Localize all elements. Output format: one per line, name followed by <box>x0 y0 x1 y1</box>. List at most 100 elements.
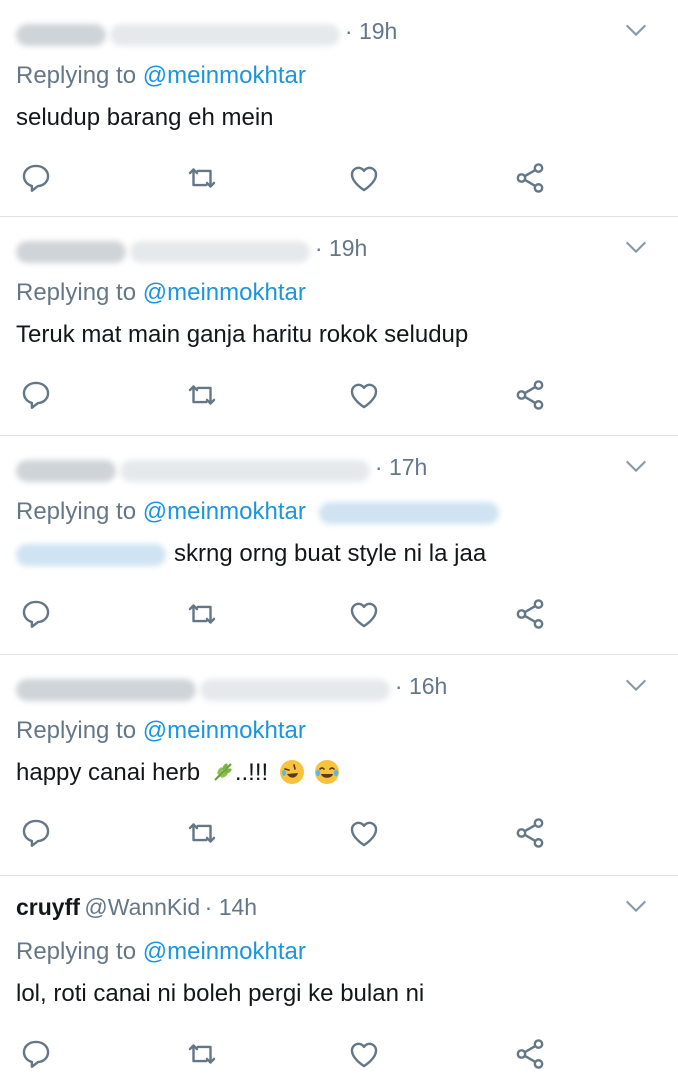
tears-of-joy-emoji-icon <box>314 760 339 784</box>
heart-icon <box>350 1042 378 1068</box>
chevron-down-icon[interactable] <box>622 16 650 44</box>
tweet[interactable]: · 19h Replying to @meinmokhtar seludup b… <box>0 0 678 216</box>
retweet-icon <box>188 823 216 843</box>
tweet-actions <box>0 158 678 198</box>
retweet-button[interactable] <box>182 594 222 634</box>
reply-button[interactable] <box>16 158 56 198</box>
replying-label: Replying to <box>16 62 137 89</box>
chevron-down-icon[interactable] <box>622 452 650 480</box>
retweet-button[interactable] <box>182 1034 222 1074</box>
reply-icon <box>22 600 50 628</box>
rolling-laughing-emoji-icon <box>279 760 304 784</box>
reply-icon <box>22 164 50 192</box>
author-handle-redacted[interactable] <box>120 459 371 482</box>
tweet-header: · 19h <box>16 235 616 269</box>
tweet[interactable]: cruyff @WannKid · 14h Replying to @meinm… <box>0 876 678 1080</box>
replying-label: Replying to <box>16 717 137 744</box>
author-handle-redacted[interactable] <box>130 240 311 263</box>
author-name-redacted[interactable] <box>16 23 106 46</box>
replying-to-line: Replying to @meinmokhtar <box>16 938 306 966</box>
heart-icon <box>350 821 378 847</box>
retweet-icon <box>188 604 216 624</box>
share-icon <box>516 818 544 848</box>
replying-to-mention[interactable]: @meinmokhtar <box>143 938 306 965</box>
replying-to-line: Replying to @meinmokhtar <box>16 279 306 307</box>
tweet-timestamp[interactable]: · 14h <box>205 894 257 920</box>
author-name-redacted[interactable] <box>16 459 116 482</box>
tweet-text: lol, roti canai ni boleh pergi ke bulan … <box>16 980 425 1007</box>
tweet-text-line: skrng orng buat style ni la jaa <box>16 540 486 568</box>
like-button[interactable] <box>344 594 384 634</box>
tweet-timestamp[interactable]: · 16h <box>395 673 447 699</box>
like-button[interactable] <box>344 375 384 415</box>
heart-icon <box>350 602 378 628</box>
share-button[interactable] <box>510 375 550 415</box>
tweet-actions <box>0 1034 678 1074</box>
additional-mentions-redacted[interactable] <box>318 501 499 524</box>
tweet-timestamp[interactable]: · 17h <box>375 454 427 480</box>
author-name[interactable]: cruyff <box>16 894 80 920</box>
replying-to-mention[interactable]: @meinmokhtar <box>143 62 306 89</box>
replying-label: Replying to <box>16 279 137 306</box>
replying-to-line: Replying to @meinmokhtar <box>16 62 306 90</box>
tweet-text: skrng orng buat style ni la jaa <box>174 540 487 567</box>
author-handle-redacted[interactable] <box>200 678 391 701</box>
tweet-timestamp[interactable]: · 19h <box>315 235 367 261</box>
tweet-text-line: happy canai herb ..!!! <box>16 759 340 787</box>
tweet-header: · 16h <box>16 673 616 707</box>
tweet-text: happy canai herb <box>16 759 201 786</box>
share-icon <box>516 1039 544 1069</box>
share-button[interactable] <box>510 1034 550 1074</box>
share-icon <box>516 380 544 410</box>
retweet-button[interactable] <box>182 158 222 198</box>
tweet-actions <box>0 375 678 415</box>
reply-icon <box>22 381 50 409</box>
like-button[interactable] <box>344 1034 384 1074</box>
tweet-header: · 19h <box>16 18 616 52</box>
replying-label: Replying to <box>16 498 137 525</box>
tweet-actions <box>0 594 678 634</box>
replying-to-mention[interactable]: @meinmokhtar <box>143 498 306 525</box>
reply-button[interactable] <box>16 1034 56 1074</box>
tweet-header: cruyff @WannKid · 14h <box>16 894 616 928</box>
chevron-down-icon[interactable] <box>622 671 650 699</box>
herb-emoji-icon <box>214 763 232 781</box>
tweet[interactable]: · 17h Replying to @meinmokhtar skrng orn… <box>0 436 678 654</box>
mention-redacted[interactable] <box>16 543 166 566</box>
heart-icon <box>350 383 378 409</box>
reply-button[interactable] <box>16 594 56 634</box>
chevron-down-icon[interactable] <box>622 892 650 920</box>
author-handle-redacted[interactable] <box>110 23 341 46</box>
retweet-icon <box>188 385 216 405</box>
author-handle[interactable]: @WannKid <box>84 894 200 920</box>
retweet-icon <box>188 1044 216 1064</box>
retweet-button[interactable] <box>182 813 222 853</box>
share-icon <box>516 599 544 629</box>
share-button[interactable] <box>510 594 550 634</box>
chevron-down-icon[interactable] <box>622 233 650 261</box>
author-name-redacted[interactable] <box>16 240 126 263</box>
tweet[interactable]: · 19h Replying to @meinmokhtar Teruk mat… <box>0 217 678 435</box>
replying-to-line: Replying to @meinmokhtar <box>16 717 306 745</box>
tweet-text: Teruk mat main ganja haritu rokok seludu… <box>16 321 469 348</box>
retweet-button[interactable] <box>182 375 222 415</box>
reply-icon <box>22 819 50 847</box>
tweet-text-suffix: ..!!! <box>234 759 269 786</box>
author-name-redacted[interactable] <box>16 678 196 701</box>
reply-button[interactable] <box>16 813 56 853</box>
like-button[interactable] <box>344 158 384 198</box>
tweet[interactable]: · 16h Replying to @meinmokhtar happy can… <box>0 655 678 875</box>
reply-button[interactable] <box>16 375 56 415</box>
share-button[interactable] <box>510 813 550 853</box>
replying-label: Replying to <box>16 938 137 965</box>
reply-icon <box>22 1040 50 1068</box>
share-button[interactable] <box>510 158 550 198</box>
tweet-text: seludup barang eh mein <box>16 104 274 131</box>
replying-to-mention[interactable]: @meinmokhtar <box>143 279 306 306</box>
tweet-header: · 17h <box>16 454 616 488</box>
share-icon <box>516 163 544 193</box>
like-button[interactable] <box>344 813 384 853</box>
replying-to-line: Replying to @meinmokhtar <box>16 498 499 526</box>
tweet-timestamp[interactable]: · 19h <box>345 18 397 44</box>
replying-to-mention[interactable]: @meinmokhtar <box>143 717 306 744</box>
